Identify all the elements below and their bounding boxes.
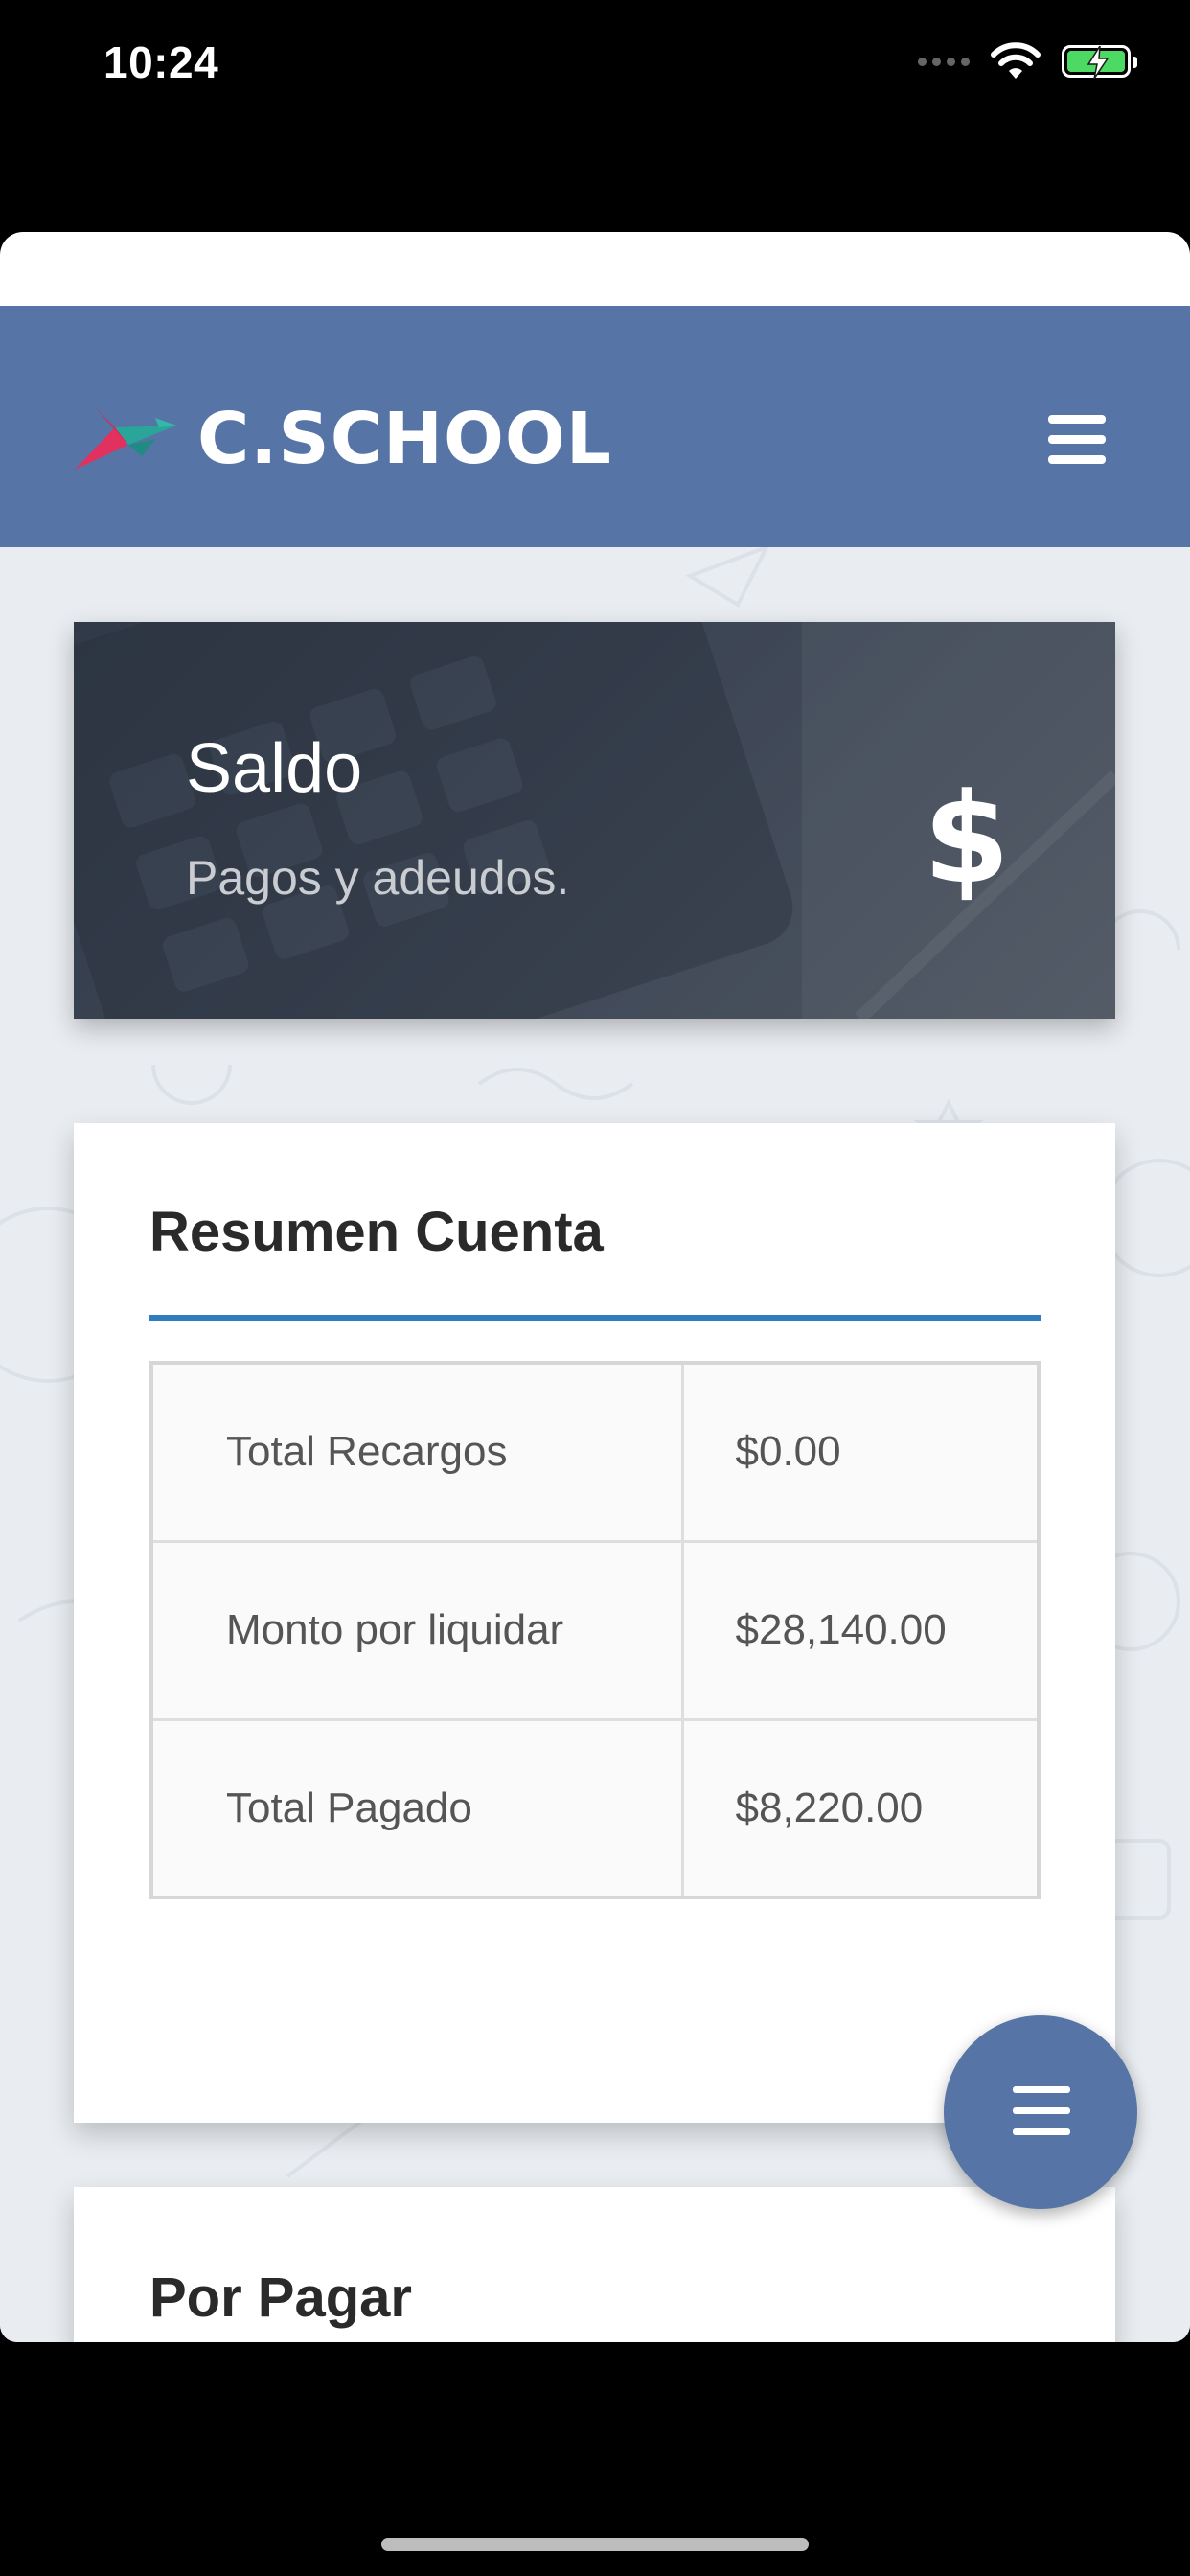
home-indicator[interactable] <box>381 2538 809 2551</box>
table-row: Monto por liquidar $28,140.00 <box>149 1539 1041 1721</box>
status-icons <box>918 42 1137 80</box>
wifi-icon <box>991 42 1041 79</box>
hamburger-menu-icon[interactable] <box>1048 415 1106 465</box>
summary-title: Resumen Cuenta <box>149 1201 604 1263</box>
row-value: $0.00 <box>680 1361 1041 1543</box>
table-row: Total Pagado $8,220.00 <box>149 1717 1041 1899</box>
web-view: C.SCHOOL Saldo Pagos y adeudos. $ Resume… <box>0 232 1190 2342</box>
account-summary-card: Resumen Cuenta Total Recargos $0.00 Mont… <box>74 1123 1115 2123</box>
floating-menu-button[interactable] <box>944 2015 1137 2209</box>
logo[interactable]: C.SCHOOL <box>75 398 612 480</box>
row-label: Monto por liquidar <box>149 1539 684 1721</box>
battery-icon <box>1062 45 1137 79</box>
crane-logo-icon <box>75 406 176 470</box>
logo-text: C.SCHOOL <box>197 398 612 480</box>
status-bar: 10:24 <box>0 0 1190 134</box>
title-underline <box>149 1315 1041 1321</box>
pending-payments-card: Por Pagar <box>74 2187 1115 2342</box>
dollar-icon: $ <box>923 766 1010 911</box>
pending-title: Por Pagar <box>149 2266 412 2329</box>
status-time: 10:24 <box>103 37 219 87</box>
row-value: $8,220.00 <box>680 1717 1041 1899</box>
charging-bolt-icon <box>1087 46 1110 79</box>
banner-subtitle: Pagos y adeudos. <box>186 851 570 905</box>
banner-title: Saldo <box>186 730 363 807</box>
row-label: Total Pagado <box>149 1717 684 1899</box>
cellular-signal-icon <box>918 57 970 66</box>
app-header: C.SCHOOL <box>0 306 1190 547</box>
row-label: Total Recargos <box>149 1361 684 1543</box>
menu-icon <box>1013 2086 1070 2150</box>
table-row: Total Recargos $0.00 <box>149 1361 1041 1543</box>
row-value: $28,140.00 <box>680 1539 1041 1721</box>
balance-banner: Saldo Pagos y adeudos. $ <box>74 622 1115 1019</box>
summary-table: Total Recargos $0.00 Monto por liquidar … <box>149 1361 1041 1899</box>
